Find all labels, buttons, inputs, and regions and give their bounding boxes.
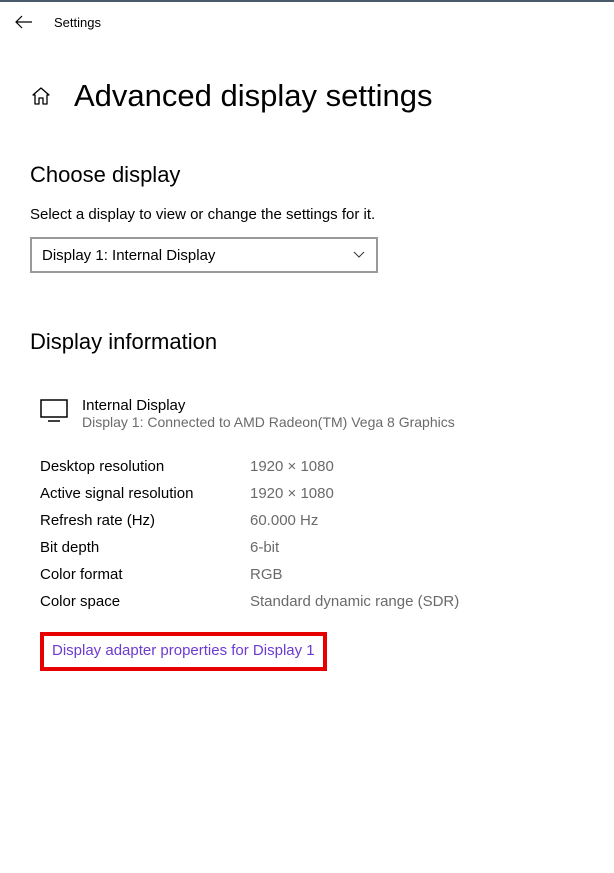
display-connection: Display 1: Connected to AMD Radeon(TM) V… <box>82 414 455 430</box>
page-title: Advanced display settings <box>74 78 432 114</box>
info-value: 6-bit <box>250 539 279 556</box>
header-title: Settings <box>54 15 101 30</box>
info-label: Active signal resolution <box>40 485 250 502</box>
back-arrow-icon[interactable] <box>14 12 34 32</box>
info-grid: Desktop resolution 1920 × 1080 Active si… <box>30 458 584 671</box>
highlighted-link-box: Display adapter properties for Display 1 <box>40 632 327 671</box>
info-value: Standard dynamic range (SDR) <box>250 593 459 610</box>
display-select-dropdown[interactable]: Display 1: Internal Display <box>30 237 378 273</box>
home-icon[interactable] <box>30 85 52 107</box>
info-value: 60.000 Hz <box>250 512 318 529</box>
choose-display-description: Select a display to view or change the s… <box>30 206 584 223</box>
info-row-color-space: Color space Standard dynamic range (SDR) <box>40 593 584 610</box>
info-value: 1920 × 1080 <box>250 458 334 475</box>
header-bar: Settings <box>0 2 614 42</box>
choose-display-heading: Choose display <box>30 162 584 188</box>
info-label: Color format <box>40 566 250 583</box>
info-row-bit-depth: Bit depth 6-bit <box>40 539 584 556</box>
info-label: Bit depth <box>40 539 250 556</box>
info-label: Refresh rate (Hz) <box>40 512 250 529</box>
display-adapter-link[interactable]: Display adapter properties for Display 1 <box>52 642 315 659</box>
display-information-heading: Display information <box>30 329 584 355</box>
info-row-active-signal-resolution: Active signal resolution 1920 × 1080 <box>40 485 584 502</box>
info-row-desktop-resolution: Desktop resolution 1920 × 1080 <box>40 458 584 475</box>
info-value: RGB <box>250 566 283 583</box>
title-row: Advanced display settings <box>30 78 584 114</box>
info-row-color-format: Color format RGB <box>40 566 584 583</box>
info-label: Color space <box>40 593 250 610</box>
monitor-icon <box>40 399 68 423</box>
info-value: 1920 × 1080 <box>250 485 334 502</box>
info-row-refresh-rate: Refresh rate (Hz) 60.000 Hz <box>40 512 584 529</box>
info-label: Desktop resolution <box>40 458 250 475</box>
dropdown-selected-label: Display 1: Internal Display <box>42 247 215 264</box>
chevron-down-icon <box>352 248 366 262</box>
display-name: Internal Display <box>82 397 455 414</box>
display-item: Internal Display Display 1: Connected to… <box>30 397 584 430</box>
